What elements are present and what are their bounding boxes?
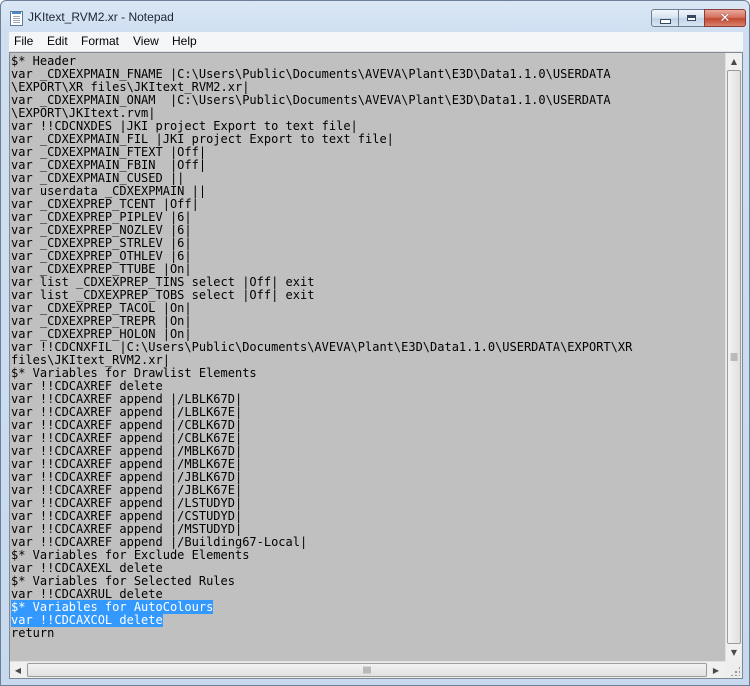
line-text: $* Variables for Selected Rules xyxy=(11,574,235,588)
line-text: var !!CDCAXRUL delete xyxy=(11,587,163,601)
line-text: return xyxy=(11,626,55,640)
line-text: $* Variables for Exclude Elements xyxy=(11,548,250,562)
line-text: var _CDXEXPREP_NOZLEV |6| xyxy=(11,223,192,237)
text-editor[interactable]: $* Header var _CDXEXPMAIN_FNAME |C:\Users… xyxy=(10,53,725,661)
line-text: var !!CDCAXREF append |/MSTUDYD| xyxy=(11,522,243,536)
menu-edit[interactable]: Edit xyxy=(47,34,68,48)
menu-bar: File Edit Format View Help xyxy=(9,32,743,52)
line-text: var _CDXEXPREP_TACOL |On| xyxy=(11,301,192,315)
line-text: var !!CDCAXREF delete xyxy=(11,379,163,393)
notepad-icon xyxy=(10,11,23,26)
horizontal-scrollbar[interactable]: ◀ ▶ xyxy=(10,661,725,678)
line-text: files\JKItext_RVM2.xr| xyxy=(11,353,170,367)
text-line[interactable]: var !!CDCAXCOL delete xyxy=(11,613,632,627)
line-text: var !!CDCNXDES |JKI project Export to te… xyxy=(11,119,358,133)
line-text: var _CDXEXPREP_HOLON |On| xyxy=(11,327,192,341)
line-text: var !!CDCAXREF append |/JBLK67E| xyxy=(11,483,243,497)
selected-text: $* Variables for AutoColours xyxy=(11,600,214,614)
line-text: var !!CDCAXEXL delete xyxy=(11,561,163,575)
minimize-icon xyxy=(659,18,671,24)
line-text: var !!CDCAXREF append |/CBLK67D| xyxy=(11,418,243,432)
menu-view[interactable]: View xyxy=(133,34,159,48)
maximize-icon xyxy=(687,15,696,21)
text-line[interactable]: return xyxy=(11,627,632,640)
line-text: \EXPORT\XR files\JKItext_RVM2.xr| xyxy=(11,80,250,94)
notepad-window: JKItext_RVM2.xr - Notepad ✕ File Edit Fo… xyxy=(0,0,750,686)
line-text: var _CDXEXPMAIN_FNAME |C:\Users\Public\D… xyxy=(11,67,611,81)
line-text: var !!CDCAXREF append |/LSTUDYD| xyxy=(11,496,243,510)
line-text: var _CDXEXPMAIN_FTEXT |Off| xyxy=(11,145,207,159)
size-grip-icon[interactable] xyxy=(725,661,742,678)
line-text: var !!CDCNXFIL |C:\Users\Public\Document… xyxy=(11,340,633,354)
scroll-up-icon[interactable]: ▲ xyxy=(726,53,742,69)
line-text: var !!CDCAXREF append |/JBLK67D| xyxy=(11,470,243,484)
line-text: var !!CDCAXREF append |/Building67-Local… xyxy=(11,535,308,549)
line-text: var _CDXEXPREP_PIPLEV |6| xyxy=(11,210,192,224)
line-text: var !!CDCAXREF append |/CSTUDYD| xyxy=(11,509,243,523)
menu-help[interactable]: Help xyxy=(172,34,197,48)
window-title: JKItext_RVM2.xr - Notepad xyxy=(28,10,174,24)
line-text: $* Variables for Drawlist Elements xyxy=(11,366,257,380)
menu-file[interactable]: File xyxy=(14,34,33,48)
line-text: var _CDXEXPREP_STRLEV |6| xyxy=(11,236,192,250)
line-text: $* Header xyxy=(11,54,77,68)
line-text: var _CDXEXPMAIN_CUSED || xyxy=(11,171,185,185)
close-icon: ✕ xyxy=(719,10,731,26)
horizontal-scroll-thumb[interactable] xyxy=(27,663,707,677)
line-text: var _CDXEXPREP_OTHLEV |6| xyxy=(11,249,192,263)
line-text: var !!CDCAXREF append |/MBLK67D| xyxy=(11,444,243,458)
line-text: var !!CDCAXREF append |/CBLK67E| xyxy=(11,431,243,445)
minimize-button[interactable] xyxy=(651,9,679,27)
scroll-left-icon[interactable]: ◀ xyxy=(10,662,26,678)
vertical-scroll-thumb[interactable] xyxy=(727,70,741,644)
line-text: var !!CDCAXREF append |/MBLK67E| xyxy=(11,457,243,471)
line-text: var list _CDXEXPREP_TOBS select |Off| ex… xyxy=(11,288,315,302)
grip-icon xyxy=(730,353,738,361)
vertical-scrollbar[interactable]: ▲ ▼ xyxy=(725,53,742,661)
line-text: var !!CDCAXREF append |/LBLK67E| xyxy=(11,405,243,419)
title-bar[interactable]: JKItext_RVM2.xr - Notepad ✕ xyxy=(1,1,749,33)
scroll-down-icon[interactable]: ▼ xyxy=(726,644,742,660)
line-text: var userdata _CDXEXPMAIN || xyxy=(11,184,207,198)
editor-frame: $* Header var _CDXEXPMAIN_FNAME |C:\Users… xyxy=(9,52,743,679)
line-text: var !!CDCAXREF append |/LBLK67D| xyxy=(11,392,243,406)
maximize-button[interactable] xyxy=(678,9,705,27)
line-text: \EXPORT\JKItext.rvm| xyxy=(11,106,156,120)
scroll-right-icon[interactable]: ▶ xyxy=(708,662,724,678)
text-content[interactable]: $* Header var _CDXEXPMAIN_FNAME |C:\Users… xyxy=(11,55,632,640)
line-text: var list _CDXEXPREP_TINS select |Off| ex… xyxy=(11,275,315,289)
line-text: var _CDXEXPREP_TCENT |Off| xyxy=(11,197,199,211)
line-text: var _CDXEXPMAIN_ONAM |C:\Users\Public\Do… xyxy=(11,93,611,107)
line-text: var _CDXEXPMAIN_FBIN |Off| xyxy=(11,158,207,172)
line-text: var _CDXEXPREP_TTUBE |On| xyxy=(11,262,192,276)
close-button[interactable]: ✕ xyxy=(704,9,746,27)
grip-icon xyxy=(363,666,371,674)
menu-format[interactable]: Format xyxy=(81,34,119,48)
selected-text: var !!CDCAXCOL delete xyxy=(11,613,163,627)
line-text: var _CDXEXPREP_TREPR |On| xyxy=(11,314,192,328)
line-text: var _CDXEXPMAIN_FIL |JKI project Export … xyxy=(11,132,394,146)
